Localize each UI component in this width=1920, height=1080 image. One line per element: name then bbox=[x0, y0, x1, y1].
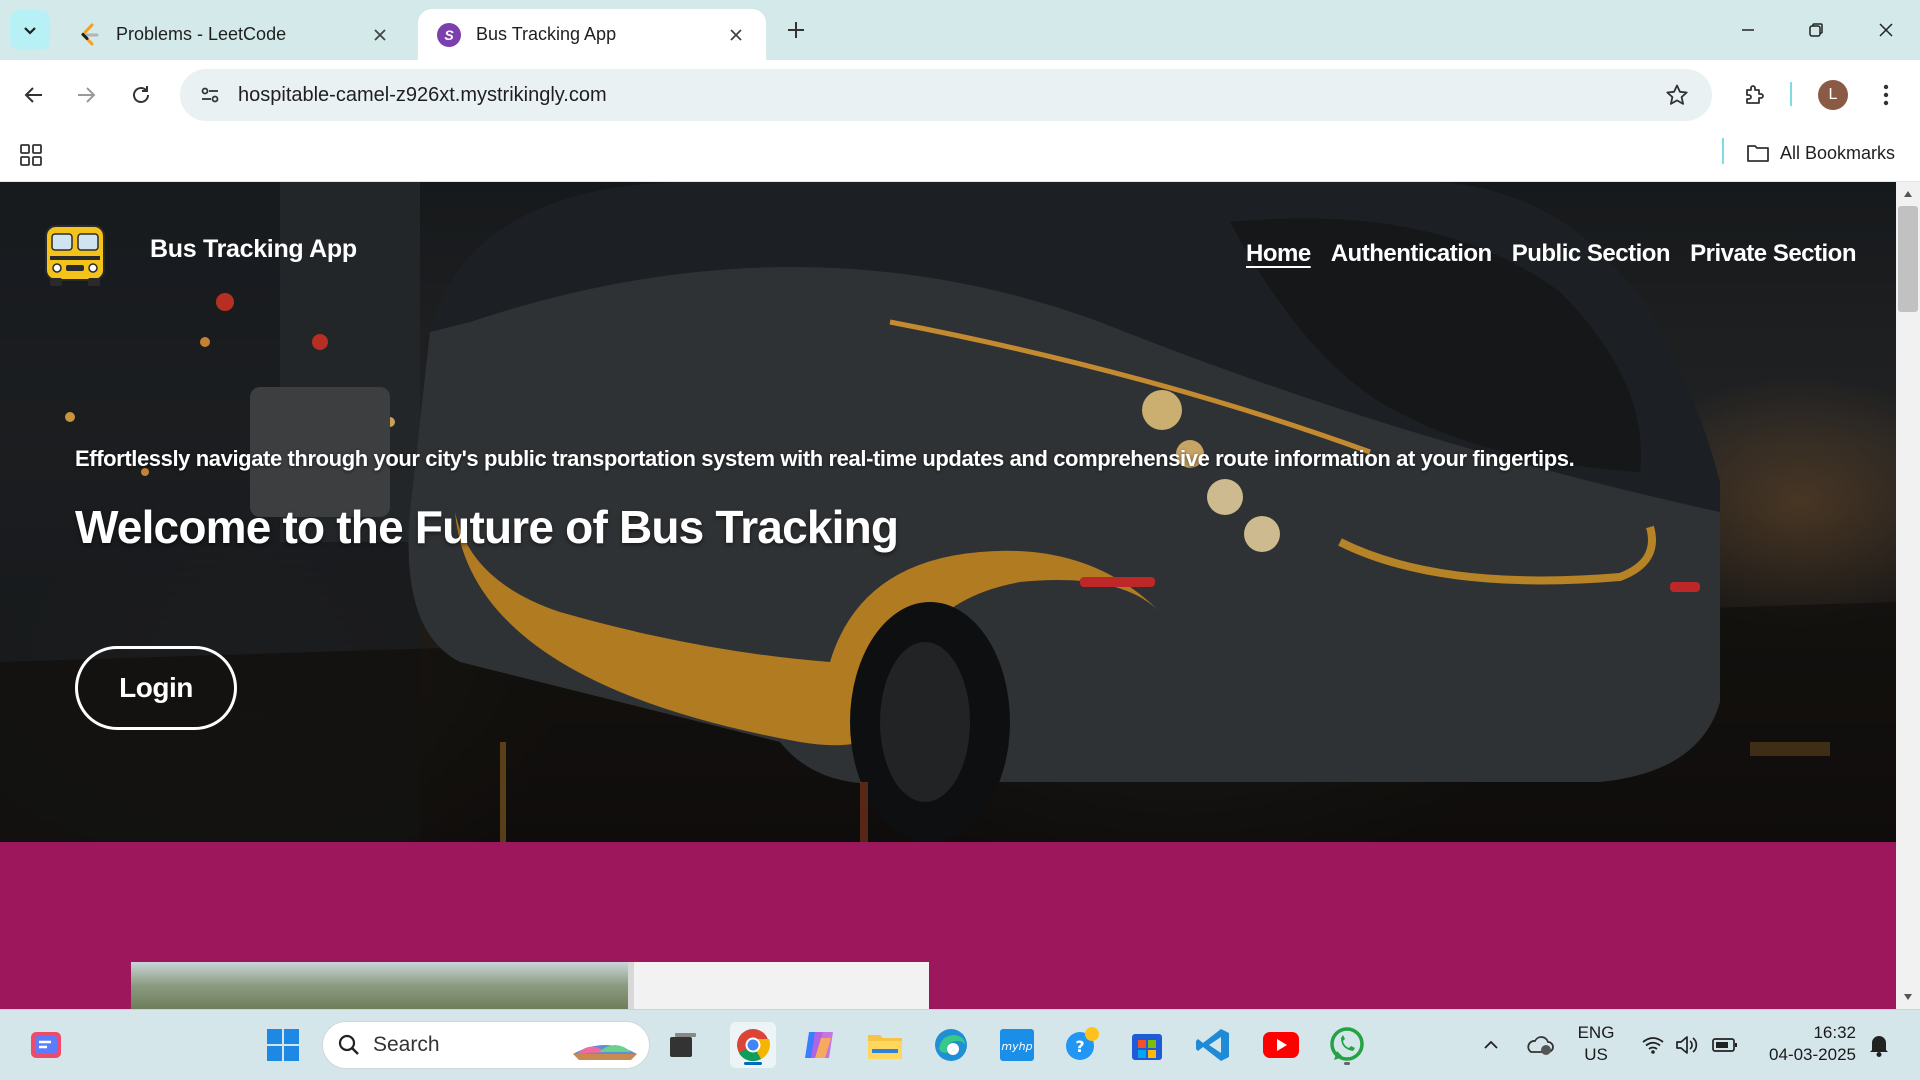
language-code: ENG bbox=[1577, 1023, 1615, 1042]
tab-title: Problems - LeetCode bbox=[116, 24, 287, 44]
tab-strip: Problems - LeetCode S Bus Tracking App bbox=[0, 0, 1920, 60]
hero-section: Bus Tracking App Home Authentication Pub… bbox=[0, 182, 1896, 842]
puzzle-icon bbox=[1746, 85, 1764, 104]
scroll-up-icon[interactable] bbox=[1900, 186, 1916, 202]
all-bookmarks-label: All Bookmarks bbox=[1780, 142, 1896, 163]
minimize-icon bbox=[1742, 29, 1754, 31]
svg-text:myhp: myhp bbox=[1001, 1040, 1032, 1053]
bookmarks-divider bbox=[1722, 138, 1724, 164]
arrow-right-icon bbox=[78, 87, 96, 103]
language-indicator[interactable]: ENG US bbox=[1570, 1022, 1622, 1066]
svg-text:?: ? bbox=[1075, 1037, 1084, 1056]
new-tab-button[interactable] bbox=[780, 14, 812, 46]
task-view-icon[interactable] bbox=[660, 1022, 706, 1068]
scrollbar-thumb[interactable] bbox=[1898, 206, 1918, 312]
more-vertical-icon bbox=[1883, 84, 1889, 106]
trees-photo bbox=[131, 962, 631, 1009]
site-nav: Home Authentication Public Section Priva… bbox=[1246, 240, 1856, 268]
clock-date: 04-03-2025 bbox=[1769, 1045, 1856, 1064]
notes-app-icon[interactable] bbox=[24, 1022, 70, 1068]
bookmarks-bar: All Bookmarks bbox=[0, 130, 1920, 182]
region-code: US bbox=[1584, 1045, 1608, 1064]
windows-taskbar: Search myhp ? ENG US 16:32 04-03-2025 bbox=[0, 1009, 1920, 1080]
back-button[interactable] bbox=[14, 75, 54, 115]
section-image bbox=[131, 962, 929, 1009]
close-icon bbox=[1879, 23, 1893, 37]
edge-icon[interactable] bbox=[928, 1022, 974, 1068]
minimize-button[interactable] bbox=[1728, 14, 1768, 46]
search-icon bbox=[338, 1034, 359, 1055]
running-app-indicator bbox=[1344, 1062, 1350, 1065]
onedrive-icon[interactable] bbox=[1516, 1022, 1562, 1068]
search-label: Search bbox=[373, 1033, 440, 1056]
wifi-icon bbox=[1642, 1037, 1664, 1054]
page-viewport: Bus Tracking App Home Authentication Pub… bbox=[0, 182, 1896, 1009]
vscode-icon[interactable] bbox=[1190, 1022, 1236, 1068]
reload-icon bbox=[133, 86, 149, 103]
url-text: hospitable-camel-z926xt.mystrikingly.com bbox=[238, 83, 607, 106]
tab-title: Bus Tracking App bbox=[476, 24, 617, 44]
profile-button[interactable]: L bbox=[1813, 75, 1853, 115]
apps-grid-icon[interactable] bbox=[16, 140, 46, 170]
bookmark-star-icon[interactable] bbox=[1652, 69, 1702, 121]
close-tab-icon[interactable] bbox=[368, 23, 392, 47]
login-button[interactable]: Login bbox=[75, 646, 237, 730]
avatar: L bbox=[1818, 80, 1848, 110]
myhp-icon[interactable]: myhp bbox=[994, 1022, 1040, 1068]
nav-public-section[interactable]: Public Section bbox=[1512, 240, 1671, 268]
microsoft-store-icon[interactable] bbox=[1124, 1022, 1170, 1068]
site-brand[interactable]: Bus Tracking App bbox=[150, 235, 357, 264]
arrow-left-icon bbox=[24, 87, 42, 103]
tab-bus-tracking[interactable]: S Bus Tracking App bbox=[418, 9, 766, 60]
folder-icon bbox=[1747, 145, 1769, 162]
chevron-down-icon bbox=[24, 27, 36, 35]
chrome-taskbar-icon[interactable] bbox=[730, 1022, 776, 1068]
file-explorer-icon[interactable] bbox=[862, 1022, 908, 1068]
clock[interactable]: 16:32 04-03-2025 bbox=[1754, 1022, 1856, 1066]
photo-divider bbox=[628, 962, 634, 1009]
windows-start-icon[interactable] bbox=[260, 1022, 306, 1068]
nav-home[interactable]: Home bbox=[1246, 240, 1311, 268]
forward-button[interactable] bbox=[66, 75, 106, 115]
extensions-button[interactable] bbox=[1734, 75, 1774, 115]
hero-headline: Welcome to the Future of Bus Tracking bbox=[75, 501, 899, 553]
battery-icon[interactable] bbox=[1702, 1022, 1748, 1068]
site-info-icon[interactable] bbox=[184, 69, 236, 121]
hero-tagline: Effortlessly navigate through your city'… bbox=[75, 446, 1575, 471]
taskbar-search[interactable]: Search bbox=[322, 1021, 650, 1069]
close-window-button[interactable] bbox=[1866, 14, 1906, 46]
restore-icon bbox=[1809, 23, 1823, 37]
scroll-down-icon[interactable] bbox=[1900, 989, 1916, 1005]
chevron-up-icon bbox=[1484, 1040, 1498, 1049]
address-bar[interactable]: hospitable-camel-z926xt.mystrikingly.com bbox=[180, 69, 1712, 121]
show-hidden-icons-button[interactable] bbox=[1468, 1022, 1514, 1068]
clock-time: 16:32 bbox=[1813, 1023, 1856, 1042]
notifications-icon[interactable] bbox=[1856, 1022, 1902, 1068]
school-bus-logo[interactable] bbox=[40, 220, 110, 290]
tab-leetcode[interactable]: Problems - LeetCode bbox=[58, 9, 410, 60]
copilot-icon[interactable] bbox=[796, 1022, 842, 1068]
active-app-indicator bbox=[744, 1062, 762, 1065]
toolbar-divider bbox=[1790, 82, 1792, 106]
reload-button[interactable] bbox=[121, 75, 161, 115]
nav-private-section[interactable]: Private Section bbox=[1690, 240, 1856, 268]
browser-toolbar: hospitable-camel-z926xt.mystrikingly.com… bbox=[0, 60, 1920, 130]
youtube-icon[interactable] bbox=[1258, 1022, 1304, 1068]
restore-button[interactable] bbox=[1796, 14, 1836, 46]
close-tab-icon[interactable] bbox=[724, 23, 748, 47]
leetcode-icon bbox=[76, 22, 102, 48]
get-help-icon[interactable]: ? bbox=[1060, 1022, 1106, 1068]
browser-menu-button[interactable] bbox=[1866, 75, 1906, 115]
search-highlight-icon bbox=[573, 1045, 637, 1060]
whatsapp-icon[interactable] bbox=[1324, 1022, 1370, 1068]
nav-authentication[interactable]: Authentication bbox=[1331, 240, 1493, 268]
plus-icon bbox=[788, 22, 804, 38]
tab-search-button[interactable] bbox=[10, 10, 50, 50]
all-bookmarks-button[interactable]: All Bookmarks bbox=[1746, 138, 1895, 168]
strikingly-icon: S bbox=[436, 22, 462, 48]
